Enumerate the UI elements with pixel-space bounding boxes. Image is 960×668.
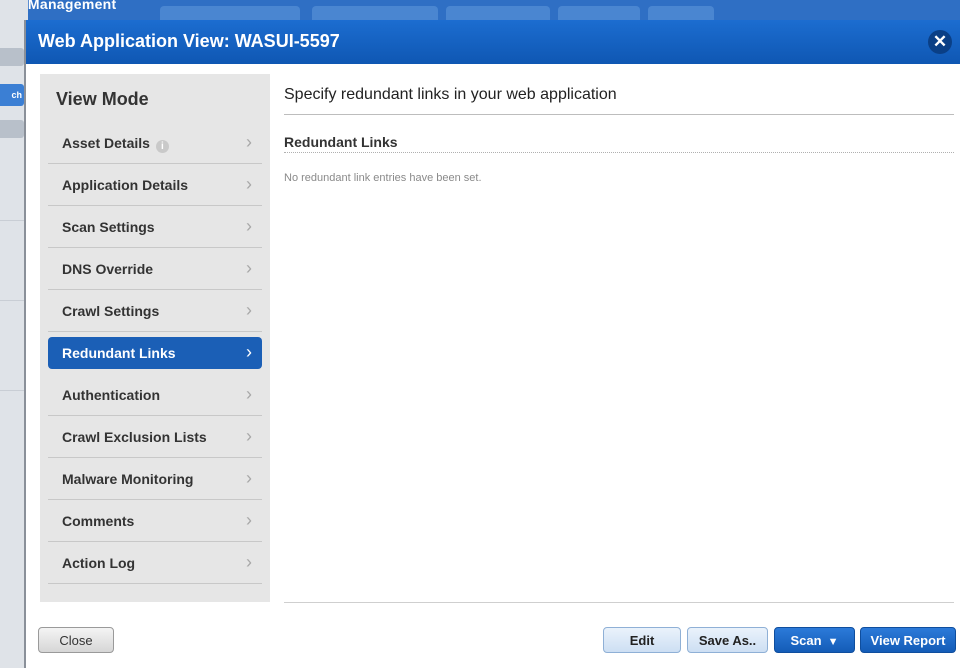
divider [284, 602, 954, 603]
chevron-right-icon: › [246, 132, 252, 152]
chevron-right-icon: › [246, 174, 252, 194]
chevron-right-icon: › [246, 342, 252, 362]
background-side-chip [0, 120, 24, 138]
info-icon[interactable]: i [155, 140, 169, 153]
edit-button[interactable]: Edit [603, 627, 681, 653]
background-divider [0, 300, 24, 301]
close-button[interactable]: Close [38, 627, 114, 653]
sidebar-item-label: Action Log [62, 555, 136, 571]
sidebar-item-redundant-links[interactable]: Redundant Links › [48, 337, 262, 369]
chevron-right-icon: › [246, 216, 252, 236]
sidebar-item-label: Crawl Exclusion Lists [62, 429, 207, 445]
empty-state-message: No redundant link entries have been set. [284, 172, 482, 184]
sidebar-item-label: Scan Settings [62, 219, 155, 235]
background-search-button[interactable]: ch [0, 84, 24, 106]
sidebar-heading: View Mode [56, 89, 149, 109]
sidebar-item-label: Application Details [62, 177, 189, 193]
divider [284, 152, 954, 153]
scan-button-label: Scan [790, 633, 822, 648]
chevron-right-icon: › [246, 426, 252, 446]
section-title: Redundant Links [284, 134, 398, 150]
redundant-links-panel: Specify redundant links in your web appl… [284, 74, 954, 602]
dialog-title: Web Application View: WASUI-5597 [38, 31, 340, 51]
sidebar-item-crawl-exclusion-lists[interactable]: Crawl Exclusion Lists › [48, 416, 262, 458]
chevron-right-icon: › [246, 258, 252, 278]
background-divider [0, 220, 24, 221]
sidebar-item-crawl-settings[interactable]: Crawl Settings › [48, 290, 262, 332]
sidebar-item-action-log[interactable]: Action Log › [48, 542, 262, 584]
view-report-button[interactable]: View Report [860, 627, 956, 653]
sidebar-item-malware-monitoring[interactable]: Malware Monitoring › [48, 458, 262, 500]
chevron-right-icon: › [246, 468, 252, 488]
view-mode-sidebar: View Mode Asset Details i › Application D… [40, 74, 270, 602]
sidebar-item-comments[interactable]: Comments › [48, 500, 262, 542]
chevron-right-icon: › [246, 510, 252, 530]
sidebar-item-label: Asset Details [62, 135, 150, 151]
sidebar-item-label: Redundant Links [62, 345, 176, 361]
scan-dropdown-button[interactable]: Scan ▼ [774, 627, 855, 653]
sidebar-item-label: Malware Monitoring [62, 471, 194, 487]
background-divider [0, 390, 24, 391]
sidebar-item-authentication[interactable]: Authentication › [48, 374, 262, 416]
page-title: Specify redundant links in your web appl… [284, 86, 617, 103]
sidebar-item-scan-settings[interactable]: Scan Settings › [48, 206, 262, 248]
sidebar-item-label: Comments [62, 513, 135, 529]
sidebar-item-asset-details[interactable]: Asset Details i › [48, 122, 262, 164]
sidebar-item-label: DNS Override [62, 261, 154, 277]
view-mode-nav: Asset Details i › Application Details › S… [48, 122, 262, 584]
save-as-button[interactable]: Save As.. [687, 627, 768, 653]
divider [284, 114, 954, 115]
chevron-right-icon: › [246, 552, 252, 572]
dialog-header: Web Application View: WASUI-5597 ✕ [26, 20, 960, 64]
background-side-chip [0, 48, 24, 66]
sidebar-item-label: Authentication [62, 387, 160, 403]
close-icon[interactable]: ✕ [928, 30, 952, 54]
chevron-right-icon: › [246, 300, 252, 320]
sidebar-item-application-details[interactable]: Application Details › [48, 164, 262, 206]
sidebar-item-dns-override[interactable]: DNS Override › [48, 248, 262, 290]
sidebar-item-label: Crawl Settings [62, 303, 160, 319]
chevron-down-icon: ▼ [827, 636, 839, 648]
web-application-view-dialog: Web Application View: WASUI-5597 ✕ View … [24, 20, 960, 668]
background-app-header: on Management [0, 0, 960, 22]
chevron-right-icon: › [246, 384, 252, 404]
